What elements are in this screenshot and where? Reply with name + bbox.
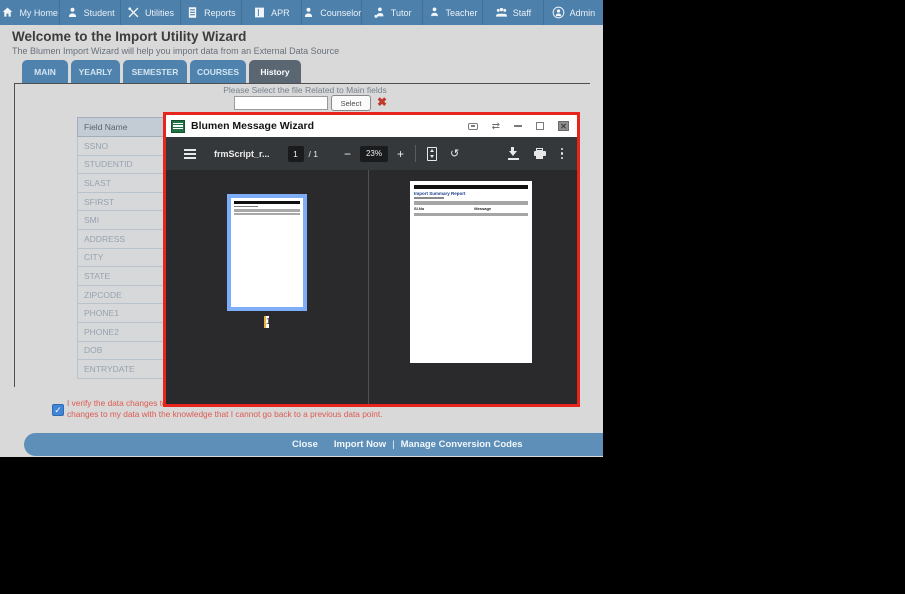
verify-line-2: changes to my data with the knowledge th…: [67, 408, 383, 419]
window-controls: ⇄ ✕: [467, 121, 569, 132]
tab-courses[interactable]: COURSES: [190, 60, 246, 83]
rotate-icon[interactable]: ↺: [450, 147, 459, 160]
counselor-icon: [305, 7, 313, 17]
file-select-instruction: Please Select the file Related to Main f…: [223, 85, 387, 95]
nav-label: Student: [83, 7, 115, 18]
print-icon[interactable]: [533, 148, 546, 159]
verify-checkbox[interactable]: ✓: [52, 404, 64, 416]
nav-label: Staff: [512, 7, 532, 18]
doc-meta-line: [414, 197, 444, 199]
manage-conversion-codes-button[interactable]: Manage Conversion Codes: [401, 439, 523, 450]
dock-icon[interactable]: [467, 122, 478, 130]
tab-bar: MAIN YEARLY SEMESTER COURSES History: [22, 60, 301, 83]
tab-history[interactable]: History: [249, 60, 301, 83]
toolbar-divider: [415, 145, 417, 162]
pdf-filename: frmScript_r...: [214, 148, 270, 159]
spreadsheet-icon: [171, 119, 185, 133]
blumen-message-wizard-dialog: Blumen Message Wizard ⇄ ✕ frmScript_r...…: [163, 112, 580, 407]
page-thumbnail-selected[interactable]: [227, 194, 307, 311]
admin-icon: [552, 6, 564, 19]
nav-item-my-home[interactable]: My Home: [0, 0, 59, 25]
nav-label: Admin: [569, 7, 596, 18]
bottom-action-bar: Close Import Now | Manage Conversion Cod…: [24, 433, 603, 456]
select-file-button[interactable]: Select: [331, 95, 371, 111]
tutor-icon: [374, 7, 384, 18]
minimize-icon[interactable]: [514, 125, 522, 127]
page-number-input[interactable]: 1: [287, 145, 304, 162]
app-window: My Home Student Utilities Reports APR Co…: [0, 0, 603, 457]
nav-item-teacher[interactable]: Teacher: [421, 0, 482, 25]
pdf-toolbar: frmScript_r... 1 / 1 − 23% + ↺: [166, 137, 577, 170]
page-total-label: / 1: [308, 148, 318, 159]
zoom-level-value: 23%: [360, 145, 388, 162]
nav-item-counselor[interactable]: Counselor: [301, 0, 361, 25]
utilities-icon: [128, 7, 139, 18]
close-button[interactable]: Close: [292, 439, 318, 450]
nav-label: Reports: [204, 7, 236, 18]
top-nav: My Home Student Utilities Reports APR Co…: [0, 0, 603, 25]
file-path-input[interactable]: [234, 96, 328, 110]
nav-label: Teacher: [445, 7, 478, 18]
maximize-icon[interactable]: [536, 122, 544, 130]
nav-item-utilities[interactable]: Utilities: [119, 0, 180, 25]
nav-item-admin[interactable]: Admin: [542, 0, 603, 25]
nav-label: Tutor: [390, 7, 412, 18]
close-icon[interactable]: ✕: [558, 121, 569, 131]
nav-label: Utilities: [145, 7, 175, 18]
fit-page-icon[interactable]: [427, 146, 438, 161]
pane-divider[interactable]: [368, 170, 369, 404]
pdf-viewer-area: 1 Import Summary Report Sl.No Message: [166, 170, 577, 404]
doc-title: Import Summary Report: [414, 191, 466, 196]
nav-item-tutor[interactable]: Tutor: [361, 0, 421, 25]
zoom-out-button[interactable]: −: [344, 147, 351, 161]
menu-icon[interactable]: [184, 148, 196, 159]
bar-separator: |: [392, 439, 395, 450]
staff-icon: [495, 7, 507, 17]
dialog-titlebar[interactable]: Blumen Message Wizard ⇄ ✕: [166, 115, 577, 137]
zoom-in-button[interactable]: +: [397, 147, 404, 161]
nav-item-reports[interactable]: Reports: [180, 0, 240, 25]
doc-col-message: Message: [474, 206, 492, 211]
thumbnail-doc-preview: [231, 198, 303, 307]
page-subtitle: The Blumen Import Wizard will help you i…: [12, 46, 340, 56]
doc-divider-bar-2: [414, 212, 528, 216]
page-title: Welcome to the Import Utility Wizard: [12, 29, 247, 44]
refresh-icon[interactable]: ⇄: [492, 121, 500, 132]
doc-divider-bar: [414, 200, 528, 205]
nav-item-staff[interactable]: Staff: [482, 0, 542, 25]
download-icon[interactable]: [507, 147, 519, 160]
student-icon: [68, 7, 76, 17]
doc-header-bar: [414, 185, 528, 189]
nav-item-student[interactable]: Student: [59, 0, 119, 25]
remove-file-icon[interactable]: ✖: [377, 95, 387, 109]
nav-label: My Home: [19, 7, 58, 18]
apr-icon: [255, 7, 265, 18]
thumbnail-page-number: 1: [264, 316, 271, 328]
dialog-title: Blumen Message Wizard: [191, 120, 315, 132]
tab-main[interactable]: MAIN: [22, 60, 68, 83]
home-icon: [3, 7, 13, 17]
doc-column-headers: Sl.No Message: [414, 206, 528, 211]
pdf-page[interactable]: Import Summary Report Sl.No Message: [410, 181, 532, 363]
doc-col-slno: Sl.No: [414, 206, 425, 211]
tab-yearly[interactable]: YEARLY: [71, 60, 120, 83]
nav-label: APR: [271, 7, 290, 18]
reports-icon: [189, 7, 197, 18]
teacher-icon: [430, 7, 438, 18]
import-now-button[interactable]: Import Now: [334, 439, 386, 450]
nav-item-apr[interactable]: APR: [240, 0, 301, 25]
tab-semester[interactable]: SEMESTER: [123, 60, 187, 83]
more-options-icon[interactable]: [560, 147, 563, 160]
nav-label: Counselor: [320, 7, 362, 18]
